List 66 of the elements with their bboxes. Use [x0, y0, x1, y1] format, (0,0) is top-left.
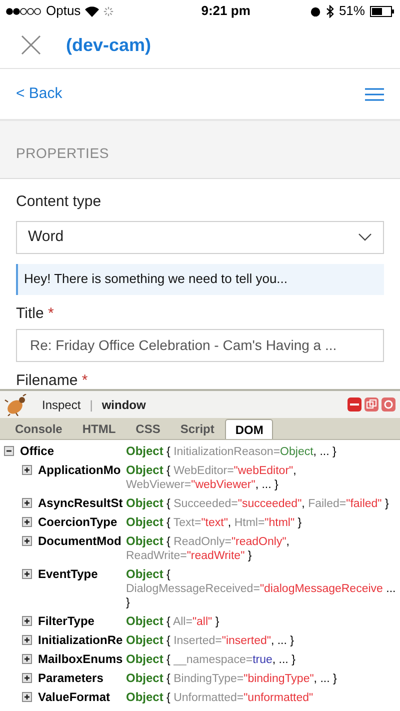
signal-icon: [6, 8, 42, 14]
content-type-select[interactable]: Word: [16, 220, 384, 254]
expand-icon[interactable]: [22, 465, 32, 475]
property-name[interactable]: Parameters: [38, 671, 104, 685]
property-value: Object { Inserted="inserted", ... }: [126, 633, 295, 648]
property-value: Object { Succeeded="succeeded", Failed="failed" }: [126, 496, 390, 511]
panel-tab[interactable]: Script: [171, 419, 224, 439]
panel-tab[interactable]: Console: [6, 419, 72, 439]
carrier-name: Optus: [46, 2, 81, 20]
loading-icon: [102, 6, 114, 16]
chevron-down-icon: [358, 233, 372, 241]
section-title: PROPERTIES: [16, 144, 109, 163]
field-label: Filename *: [16, 372, 89, 389]
context-label: window: [102, 396, 146, 414]
restore-icon[interactable]: [364, 397, 379, 412]
property-name[interactable]: FilterType: [38, 614, 94, 628]
property-value: Object { InitializationReason=Object, ... }: [126, 444, 338, 459]
panel-tab[interactable]: CSS: [126, 419, 170, 439]
property-name[interactable]: CoercionType: [38, 515, 118, 529]
battery-icon: [370, 6, 394, 16]
property-name[interactable]: MailboxEnums: [38, 652, 123, 666]
menu-icon[interactable]: [365, 88, 384, 100]
property-name[interactable]: InitializationRe: [38, 633, 123, 647]
property-value: Object { __namespace=true, ... }: [126, 652, 296, 667]
close-icon[interactable]: [381, 397, 396, 412]
message-text: Hey! There is something we need to tell you...: [24, 270, 288, 288]
toolbar-separator: |: [90, 396, 93, 414]
property-value: Object { DialogMessageReceived="dialogMessageReceive ... }: [126, 567, 397, 610]
panel-tab[interactable]: DOM: [225, 419, 274, 439]
property-name[interactable]: EventType: [38, 567, 98, 581]
field-label: Title *: [16, 304, 55, 324]
alarm-icon: [310, 6, 321, 16]
property-value: Object { Text="text", Html="html" }: [126, 515, 303, 530]
property-name[interactable]: DocumentMod: [38, 534, 122, 548]
expand-icon[interactable]: [22, 673, 32, 683]
property-value: Object { Unformatted="unformatted": [126, 690, 314, 705]
property-name[interactable]: Office: [20, 444, 54, 458]
back-link[interactable]: < Back: [16, 82, 62, 106]
wifi-icon: [84, 6, 99, 16]
close-icon[interactable]: [21, 35, 41, 55]
expand-icon[interactable]: [22, 498, 32, 508]
clock-time: 9:21 pm: [201, 2, 250, 20]
collapse-icon[interactable]: [4, 446, 14, 456]
expand-icon[interactable]: [22, 569, 32, 579]
expand-icon[interactable]: [22, 654, 32, 664]
property-value: Object { BindingType="bindingType", ... }: [126, 671, 338, 686]
minimize-icon[interactable]: [347, 397, 362, 412]
expand-icon[interactable]: [22, 517, 32, 527]
property-value: Object { ReadOnly="readOnly", ReadWrite="readWrite" }: [126, 534, 290, 563]
expand-icon[interactable]: [22, 616, 32, 626]
property-value: Object { All="all" }: [126, 614, 220, 629]
header-title: (dev-cam): [66, 34, 152, 57]
property-name[interactable]: ValueFormat: [38, 690, 110, 704]
expand-icon[interactable]: [22, 692, 32, 702]
field-label: Content type: [16, 192, 102, 212]
bluetooth-icon: [326, 4, 334, 18]
title-input[interactable]: Re: Friday Office Celebration - Cam's Having a ...: [16, 329, 384, 362]
expand-icon[interactable]: [22, 635, 32, 645]
property-name[interactable]: AsyncResultSt: [38, 496, 123, 510]
property-name[interactable]: ApplicationMo: [38, 463, 121, 477]
bug-icon[interactable]: [4, 394, 28, 416]
panel-tab[interactable]: HTML: [73, 419, 125, 439]
battery-percent: 51%: [338, 2, 365, 20]
expand-icon[interactable]: [22, 536, 32, 546]
inspect-button[interactable]: Inspect: [42, 396, 81, 414]
property-value: Object { WebEditor="webEditor", WebViewer="webViewer", ... }: [126, 463, 298, 492]
